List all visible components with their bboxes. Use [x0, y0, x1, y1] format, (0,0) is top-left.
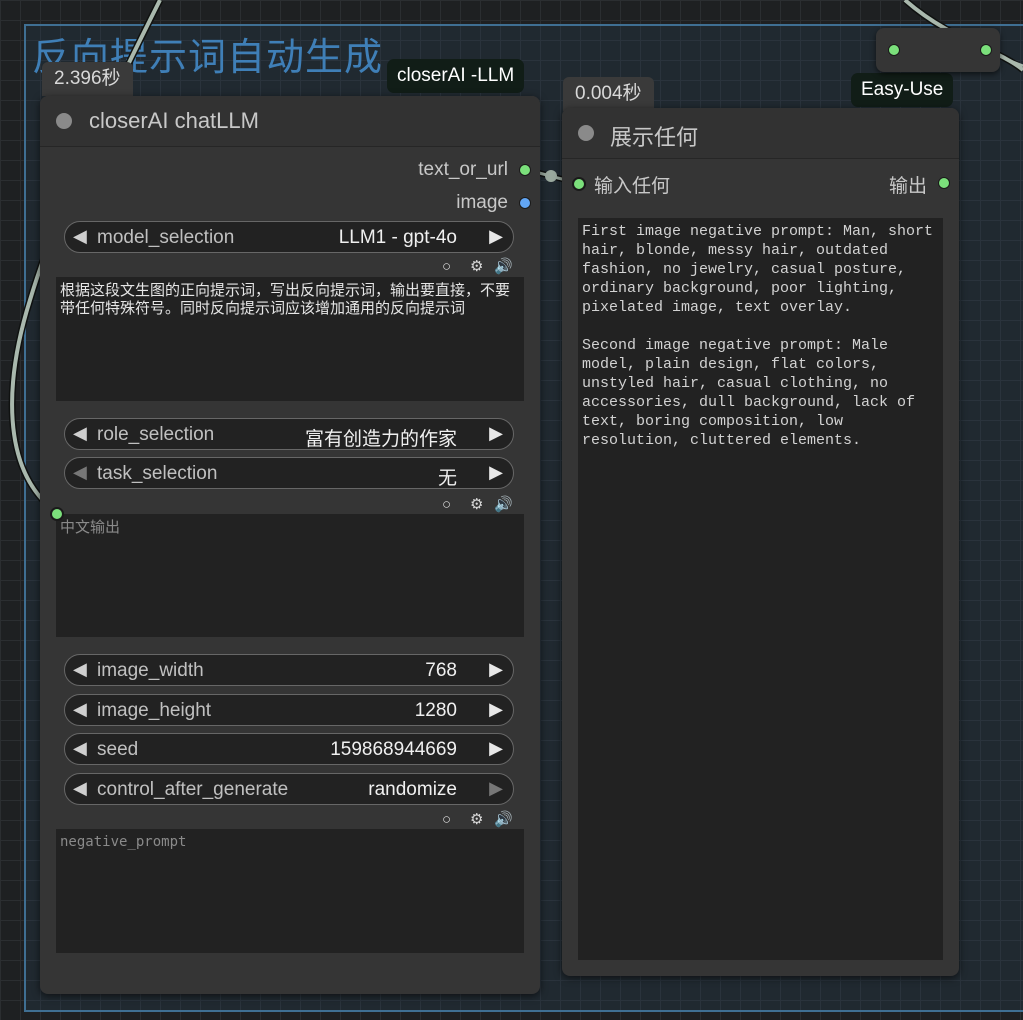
- textbox-tools: ○ ⚙ 🔊: [442, 496, 522, 514]
- increment-arrow-icon[interactable]: ▶: [489, 699, 503, 720]
- execution-time-badge: 0.004秒: [563, 77, 654, 111]
- widget-value: randomize: [368, 779, 457, 800]
- widget-value: 1280: [414, 700, 457, 721]
- node-header[interactable]: closerAI chatLLM: [40, 96, 540, 147]
- collapse-toggle[interactable]: [56, 113, 72, 129]
- node-title: 展示任何: [610, 125, 699, 150]
- increment-arrow-icon[interactable]: ▶: [489, 423, 503, 444]
- collapsed-node[interactable]: [876, 28, 1000, 72]
- output-port[interactable]: [980, 44, 992, 56]
- task-selection-combo[interactable]: ◀ task_selection 无 ▶: [64, 457, 514, 489]
- increment-arrow-icon[interactable]: ▶: [489, 659, 503, 680]
- closerai-chatllm-node[interactable]: closerAI chatLLM text_or_url image ◀ mod…: [40, 96, 540, 994]
- speaker-icon[interactable]: 🔊: [494, 258, 513, 276]
- display-text-area[interactable]: First image negative prompt: Man, short …: [578, 218, 943, 960]
- increment-arrow-icon[interactable]: ▶: [489, 778, 503, 799]
- output-label-text-or-url: text_or_url: [418, 159, 508, 180]
- input-port[interactable]: [50, 507, 64, 521]
- widget-name: control_after_generate: [97, 779, 289, 800]
- decrement-arrow-icon[interactable]: ◀: [73, 699, 87, 720]
- role-selection-combo[interactable]: ◀ role_selection 富有创造力的作家 ▶: [64, 418, 514, 450]
- seed-number[interactable]: ◀ seed 159868944669 ▶: [64, 733, 514, 765]
- circle-icon[interactable]: ○: [442, 811, 451, 829]
- input-label: 输入任何: [594, 176, 671, 197]
- widget-value: 无: [437, 468, 457, 489]
- execution-time-badge: 2.396秒: [42, 62, 133, 96]
- widget-name: image_width: [97, 660, 204, 681]
- widget-name: seed: [97, 739, 139, 760]
- decrement-arrow-icon[interactable]: ◀: [73, 423, 87, 444]
- image-height-number[interactable]: ◀ image_height 1280 ▶: [64, 694, 514, 726]
- increment-arrow-icon[interactable]: ▶: [489, 226, 503, 247]
- widget-name: task_selection: [97, 463, 218, 484]
- output-port-text-or-url[interactable]: [519, 164, 531, 176]
- output-port-image[interactable]: [519, 197, 531, 209]
- category-badge: closerAI -LLM: [387, 59, 525, 93]
- prompt-textarea[interactable]: 根据这段文生图的正向提示词，写出反向提示词，输出要直接，不要带任何特殊符号。同时…: [56, 277, 524, 401]
- output-label-image: image: [456, 192, 508, 213]
- speaker-icon[interactable]: 🔊: [494, 811, 513, 829]
- gear-icon[interactable]: ⚙: [470, 258, 483, 276]
- decrement-arrow-icon[interactable]: ◀: [73, 659, 87, 680]
- circle-icon[interactable]: ○: [442, 258, 451, 276]
- output-port[interactable]: [938, 177, 950, 189]
- widget-value: 富有创造力的作家: [304, 429, 457, 450]
- widget-name: image_height: [97, 700, 212, 721]
- collapse-toggle[interactable]: [578, 125, 594, 141]
- node-header[interactable]: 展示任何: [562, 108, 959, 159]
- output-label: 输出: [888, 176, 927, 197]
- increment-arrow-icon[interactable]: ▶: [489, 462, 503, 483]
- textbox-tools: ○ ⚙ 🔊: [442, 258, 522, 276]
- control-after-generate-combo[interactable]: ◀ control_after_generate randomize ▶: [64, 773, 514, 805]
- display-any-node[interactable]: 展示任何 输入任何 输出 First image negative prompt…: [562, 108, 959, 976]
- widget-name: role_selection: [97, 424, 215, 445]
- category-badge: Easy-Use: [851, 73, 954, 107]
- textbox-tools: ○ ⚙ 🔊: [442, 811, 522, 829]
- widget-value: 159868944669: [330, 739, 457, 760]
- circle-icon[interactable]: ○: [442, 496, 451, 514]
- decrement-arrow-icon[interactable]: ◀: [73, 738, 87, 759]
- chinese-output-textarea[interactable]: 中文输出: [56, 514, 524, 637]
- speaker-icon[interactable]: 🔊: [494, 496, 513, 514]
- increment-arrow-icon[interactable]: ▶: [489, 738, 503, 759]
- negative-prompt-textarea[interactable]: negative_prompt: [56, 829, 524, 953]
- input-port[interactable]: [888, 44, 900, 56]
- node-title: closerAI chatLLM: [89, 108, 259, 133]
- decrement-arrow-icon[interactable]: ◀: [73, 226, 87, 247]
- decrement-arrow-icon[interactable]: ◀: [73, 778, 87, 799]
- gear-icon[interactable]: ⚙: [470, 811, 483, 829]
- input-port-anything[interactable]: [572, 177, 586, 191]
- widget-name: model_selection: [97, 227, 235, 248]
- gear-icon[interactable]: ⚙: [470, 496, 483, 514]
- widget-value: LLM1 - gpt-4o: [338, 227, 457, 248]
- decrement-arrow-icon[interactable]: ◀: [73, 462, 87, 483]
- model-selection-combo[interactable]: ◀ model_selection LLM1 - gpt-4o ▶: [64, 221, 514, 253]
- widget-value: 768: [425, 660, 457, 681]
- image-width-number[interactable]: ◀ image_width 768 ▶: [64, 654, 514, 686]
